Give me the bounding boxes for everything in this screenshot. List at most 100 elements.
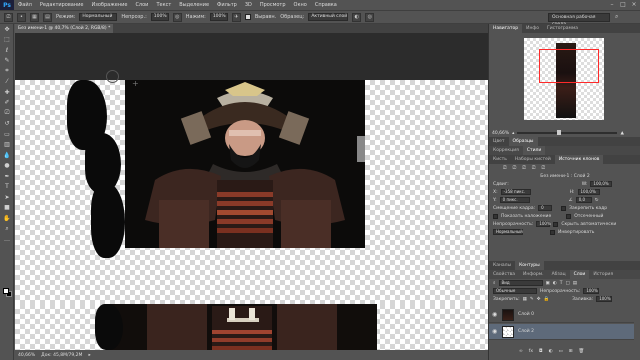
status-arrow-icon[interactable]: ▸ — [88, 353, 90, 358]
size-pressure-icon[interactable]: ◎ — [365, 12, 375, 22]
lasso-tool-icon[interactable]: ℓ — [0, 45, 14, 56]
clone-source-2-icon[interactable]: ⎚ — [513, 165, 517, 171]
menu-image[interactable]: Изображение — [87, 2, 131, 8]
autohide-checkbox[interactable] — [553, 221, 559, 227]
path-select-tool-icon[interactable]: ➤ — [0, 192, 14, 203]
zoom-in-icon[interactable]: ▲ — [620, 131, 623, 136]
ignore-adjustment-icon[interactable]: ◐ — [352, 12, 362, 22]
lock-transparency-icon[interactable]: ▦ — [523, 297, 527, 302]
tab-information[interactable]: Информ. — [519, 270, 548, 279]
eye-icon[interactable]: ◉ — [492, 328, 498, 335]
clone-source-4-icon[interactable]: ⎚ — [532, 165, 536, 171]
marquee-tool-icon[interactable]: ⬚ — [0, 35, 14, 46]
navigator-view-frame[interactable] — [539, 49, 599, 83]
move-tool-icon[interactable]: ✥ — [0, 24, 14, 35]
filter-adjust-icon[interactable]: ◐ — [553, 281, 557, 286]
zoom-tool-icon[interactable]: ⌕ — [0, 224, 14, 235]
hand-tool-icon[interactable]: ✋ — [0, 213, 14, 224]
layer-name[interactable]: Слой 0 — [518, 312, 534, 317]
tab-navigator[interactable]: Навигатор — [489, 24, 523, 33]
layer-opacity-field[interactable]: 100% — [583, 288, 600, 294]
link-layers-icon[interactable]: ∞ — [519, 349, 523, 354]
healing-tool-icon[interactable]: ✚ — [0, 87, 14, 98]
navigator-zoom-value[interactable]: 40,66% — [492, 131, 509, 136]
navigator-zoom-slider[interactable] — [517, 130, 618, 135]
filter-shape-icon[interactable]: □ — [565, 281, 569, 286]
adjustment-layer-icon[interactable]: ◐ — [549, 349, 553, 354]
more-tools-icon[interactable]: … — [0, 234, 14, 245]
tab-swatches[interactable]: Образцы — [508, 137, 538, 146]
history-brush-tool-icon[interactable]: ↺ — [0, 119, 14, 130]
brush-panel-toggle-icon[interactable]: ▦ — [30, 12, 39, 22]
opacity-pressure-icon[interactable]: ◎ — [172, 12, 182, 22]
blur-tool-icon[interactable]: 💧 — [0, 150, 14, 161]
menu-window[interactable]: Окно — [290, 2, 311, 8]
crop-tool-icon[interactable]: ⌗ — [0, 66, 14, 77]
shape-tool-icon[interactable]: ■ — [0, 203, 14, 214]
menu-type[interactable]: Текст — [152, 2, 175, 8]
filter-smart-icon[interactable]: ▤ — [573, 281, 577, 286]
maximize-button[interactable]: □ — [619, 1, 627, 8]
tab-brush[interactable]: Кисть — [489, 155, 511, 164]
minimize-button[interactable]: – — [608, 1, 616, 8]
clone-source-3-icon[interactable]: ⎚ — [522, 165, 526, 171]
tab-paragraph[interactable]: Абзац — [548, 270, 570, 279]
new-layer-icon[interactable]: ⊞ — [569, 349, 573, 354]
menu-select[interactable]: Выделение — [175, 2, 213, 8]
menu-view[interactable]: Просмотр — [256, 2, 290, 8]
tab-history[interactable]: История — [589, 270, 617, 279]
clone-width-field[interactable]: 100,0% — [590, 181, 613, 187]
menu-help[interactable]: Справка — [311, 2, 341, 8]
menu-filter[interactable]: Фильтр — [213, 2, 241, 8]
filter-pixel-icon[interactable]: ▣ — [546, 281, 550, 286]
lock-position-icon[interactable]: ✥ — [537, 297, 541, 302]
opacity-field[interactable]: 100% — [150, 13, 169, 21]
brush-size-icon[interactable]: • — [17, 12, 26, 22]
pen-tool-icon[interactable]: ✒ — [0, 171, 14, 182]
search-icon[interactable]: ⌕ — [615, 13, 624, 22]
document-tab[interactable]: Без имени-1 @ 40,7% (Слой 2, RGB/8) * — [15, 24, 113, 33]
panel-collapse-handle[interactable] — [357, 136, 365, 162]
offset-y-field[interactable]: 0 пикс. — [499, 197, 530, 203]
tab-channels[interactable]: Каналы — [489, 261, 515, 270]
gradient-tool-icon[interactable]: ▥ — [0, 140, 14, 151]
layer-kind-select[interactable]: Вид — [498, 280, 543, 286]
workspace-select[interactable]: Основная рабочая среда — [548, 13, 610, 27]
tab-paths[interactable]: Контуры — [515, 261, 544, 270]
tab-properties[interactable]: Свойства — [489, 270, 519, 279]
canvas-area[interactable]: + — [15, 33, 488, 350]
tab-histogram[interactable]: Гистограмма — [543, 24, 582, 33]
overlay-opacity-field[interactable]: 100% — [536, 221, 551, 227]
menu-3d[interactable]: 3D — [241, 2, 256, 8]
close-button[interactable]: × — [630, 1, 638, 8]
quick-select-tool-icon[interactable]: ✎ — [0, 56, 14, 67]
show-overlay-checkbox[interactable] — [493, 213, 498, 219]
layer-row[interactable]: ◉ Слой 0 — [489, 307, 634, 323]
clone-source-1-icon[interactable]: ⎚ — [503, 165, 507, 171]
clone-angle-field[interactable]: 0,0 — [575, 197, 592, 203]
fill-field[interactable]: 100% — [596, 296, 613, 302]
clone-source-toggle-icon[interactable]: ▤ — [43, 12, 52, 22]
filter-type-icon[interactable]: T — [560, 281, 563, 286]
menu-file[interactable]: Файл — [14, 2, 36, 8]
overlay-blend-select[interactable]: Нормальный — [493, 229, 523, 235]
type-tool-icon[interactable]: T — [0, 182, 14, 193]
reset-transform-icon[interactable]: ↻ — [595, 198, 599, 203]
eraser-tool-icon[interactable]: ▭ — [0, 129, 14, 140]
clone-source-5-icon[interactable]: ⎚ — [541, 165, 545, 171]
foreground-color-swatch[interactable] — [3, 288, 9, 294]
brush-tool-icon[interactable]: ✐ — [0, 98, 14, 109]
lock-all-icon[interactable]: 🔒 — [543, 297, 549, 302]
layer-name[interactable]: Слой 2 — [518, 329, 534, 334]
clone-stamp-tool-icon[interactable]: ⎚ — [0, 108, 14, 119]
mode-select[interactable]: Нормальный — [79, 13, 118, 21]
dodge-tool-icon[interactable]: ● — [0, 161, 14, 172]
menu-layers[interactable]: Слои — [131, 2, 152, 8]
lock-pixels-icon[interactable]: ✎ — [530, 297, 534, 302]
add-mask-icon[interactable]: ◘ — [539, 349, 543, 354]
sample-select[interactable]: Активный слой — [308, 13, 349, 21]
tab-clone-source[interactable]: Источник клонов — [554, 155, 604, 164]
layer-row[interactable]: ◉ Слой 2 — [489, 324, 634, 340]
pressure-field[interactable]: 100% — [209, 13, 228, 21]
offset-x-field[interactable]: -358 пикс. — [500, 189, 531, 195]
